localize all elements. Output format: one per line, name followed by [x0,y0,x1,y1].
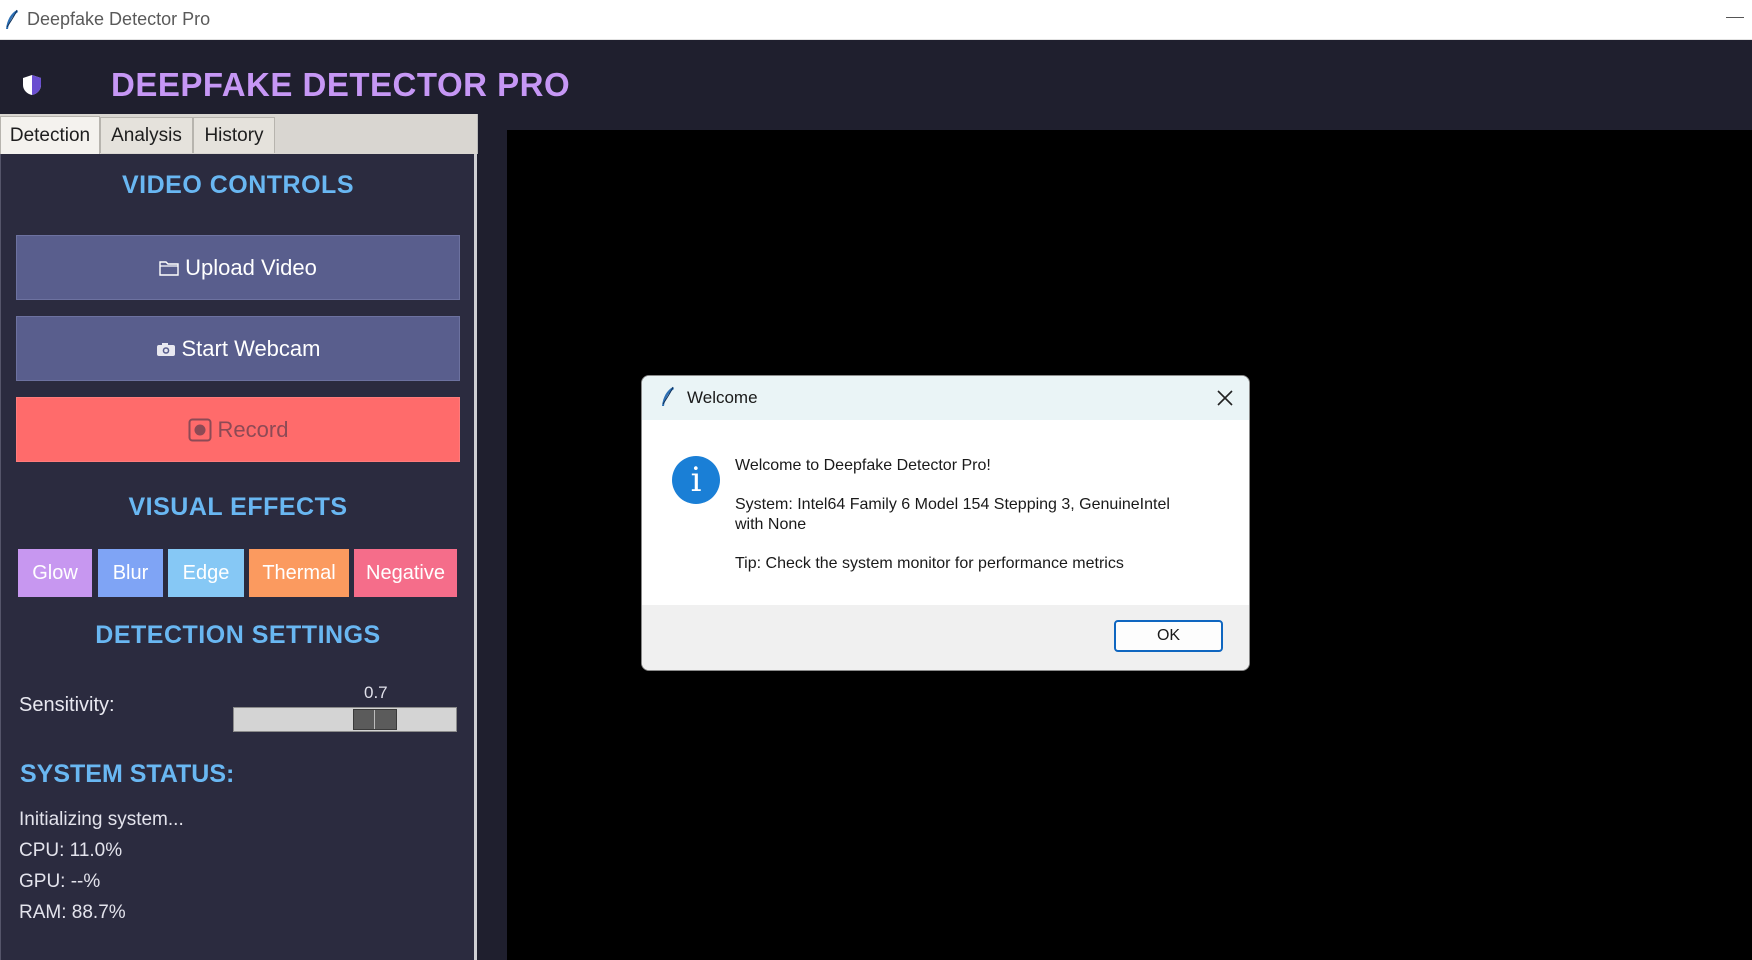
tab-bar: Detection Analysis History [0,114,478,154]
glow-effect-label: Glow [32,561,78,584]
tab-detection[interactable]: Detection [0,116,100,154]
sensitivity-value: 0.7 [364,683,388,702]
blur-effect-button[interactable]: Blur [98,549,163,597]
tab-label: History [204,124,264,146]
upload-video-label: Upload Video [185,254,317,280]
status-message: Initializing system... [19,809,184,830]
thermal-effect-label: Thermal [262,561,336,584]
start-webcam-label: Start Webcam [181,335,321,361]
thermal-effect-button[interactable]: Thermal [249,549,349,597]
shield-icon [23,75,41,95]
negative-effect-label: Negative [366,561,445,584]
welcome-dialog: Welcome i Welcome to Deepfake Detector P… [641,375,1250,671]
sensitivity-slider[interactable] [233,707,457,732]
camera-icon [156,341,176,357]
record-icon [188,418,212,442]
dialog-system-line-2: with None [735,516,807,533]
dialog-heading: Welcome to Deepfake Detector Pro! [735,457,991,474]
dialog-tip: Tip: Check the system monitor for perfor… [735,555,1124,572]
slider-thumb[interactable] [353,709,397,730]
visual-effects-title: VISUAL EFFECTS [128,493,348,521]
blur-effect-label: Blur [112,561,149,584]
info-icon: i [672,456,720,504]
record-button[interactable]: Record [16,397,460,462]
record-label: Record [217,416,289,442]
window-titlebar: Deepfake Detector Pro [0,0,1752,40]
minimize-button[interactable] [1726,10,1744,18]
edge-effect-label: Edge [182,561,230,584]
sensitivity-label: Sensitivity: [19,694,115,716]
ok-button[interactable]: OK [1114,620,1223,652]
feather-icon [6,9,18,29]
ram-usage: RAM: 88.7% [19,902,126,923]
app-title: DEEPFAKE DETECTOR PRO [111,66,571,103]
start-webcam-button[interactable]: Start Webcam [16,316,460,381]
close-icon[interactable] [1215,388,1235,408]
negative-effect-button[interactable]: Negative [354,549,457,597]
detection-settings-title: DETECTION SETTINGS [95,621,381,649]
dialog-titlebar: Welcome [642,376,1249,420]
folder-icon [159,259,179,277]
cpu-usage: CPU: 11.0% [19,840,123,861]
video-controls-title: VIDEO CONTROLS [121,171,354,199]
feather-icon [662,386,674,406]
tab-analysis[interactable]: Analysis [100,117,193,153]
tab-label: Detection [9,124,91,146]
dialog-title: Welcome [687,388,758,407]
dialog-footer: OK [642,605,1249,670]
glow-effect-button[interactable]: Glow [18,549,92,597]
dialog-system-line: System: Intel64 Family 6 Model 154 Stepp… [735,496,1170,513]
edge-effect-button[interactable]: Edge [168,549,244,597]
tab-label: Analysis [111,124,182,146]
dialog-body: i Welcome to Deepfake Detector Pro! Syst… [642,420,1249,605]
gpu-usage: GPU: --% [19,871,101,892]
tab-history[interactable]: History [193,117,275,153]
ok-label: OK [1156,627,1181,644]
app-header: DEEPFAKE DETECTOR PRO [0,40,1752,114]
window-title: Deepfake Detector Pro [27,9,211,29]
upload-video-button[interactable]: Upload Video [16,235,460,300]
system-status-title: SYSTEM STATUS: [20,760,235,788]
